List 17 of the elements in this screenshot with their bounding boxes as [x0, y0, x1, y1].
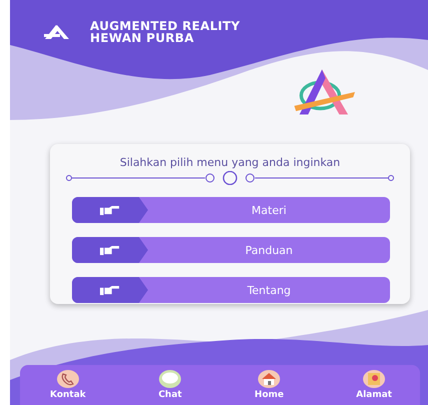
app-title: AUGMENTED REALITY HEWAN PURBA [90, 20, 240, 44]
phone-icon [56, 369, 80, 389]
house-icon [257, 369, 282, 389]
ornament-divider-icon [65, 171, 395, 185]
menu-button[interactable]: Tentang [72, 277, 390, 303]
pointing-hand-icon [100, 244, 120, 256]
pointing-hand-icon [100, 284, 120, 296]
menu-button[interactable]: Panduan [72, 237, 390, 263]
map-icon [362, 369, 386, 389]
chat-icon [158, 369, 182, 389]
nav-item[interactable]: Kontak [50, 369, 86, 405]
pointing-hand-icon [100, 204, 120, 216]
nav-item[interactable]: Alamat [356, 369, 392, 405]
menu-prompt: Silahkan pilih menu yang anda inginkan [118, 156, 342, 169]
nav-item[interactable]: Chat [158, 369, 182, 405]
menu-button[interactable]: Materi [72, 197, 390, 223]
nav-item[interactable]: Home [254, 369, 284, 405]
